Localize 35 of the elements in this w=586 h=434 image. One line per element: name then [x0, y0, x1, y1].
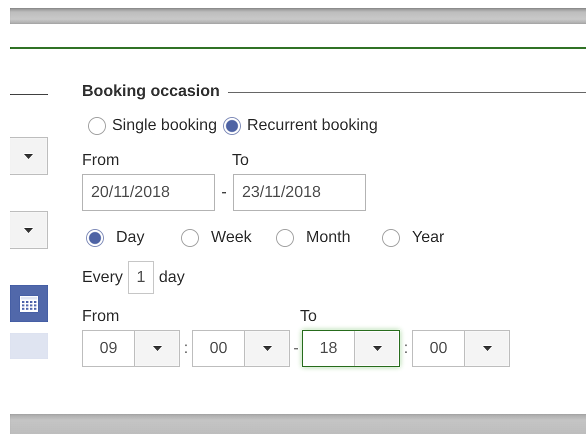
caret-icon	[262, 346, 272, 351]
caret-icon	[372, 346, 382, 351]
separator-text: -	[220, 184, 228, 202]
time-dropdown[interactable]: 00	[412, 330, 510, 367]
from-label: From	[82, 308, 120, 326]
separator-text: :	[402, 340, 410, 358]
caret-icon	[24, 154, 33, 158]
time-dropdown[interactable]: 09	[82, 330, 180, 367]
interval-field[interactable]: 1	[128, 261, 154, 294]
calendar-button[interactable]	[10, 285, 48, 322]
caret-icon	[482, 346, 492, 351]
booking-type-radio[interactable]: Single booking	[88, 117, 217, 135]
panel-block	[10, 333, 48, 359]
section-title: Booking occasion	[82, 83, 220, 101]
caret-icon	[152, 346, 162, 351]
dropdown-button[interactable]	[10, 211, 48, 249]
booking-type-radio[interactable]: Recurrent booking	[222, 117, 378, 135]
period-radio[interactable]: Year	[382, 229, 477, 247]
time-dropdown[interactable]: 00	[192, 330, 290, 367]
every-label: Every	[82, 268, 123, 286]
separator-text: :	[182, 340, 190, 358]
period-radio[interactable]: Month	[276, 229, 382, 247]
from-label: From	[82, 152, 120, 170]
caret-icon	[24, 228, 33, 232]
date-field[interactable]: 20/11/2018	[82, 174, 215, 211]
time-dropdown[interactable]: 18	[302, 330, 400, 367]
period-radio[interactable]: Week	[181, 229, 276, 247]
separator-text: -	[292, 340, 300, 358]
dropdown-button[interactable]	[10, 137, 48, 175]
unit-label: day	[158, 268, 185, 286]
to-label: To	[232, 152, 249, 170]
period-radio[interactable]: Day	[86, 229, 181, 247]
calendar-icon	[20, 296, 38, 312]
date-field[interactable]: 23/11/2018	[233, 174, 366, 211]
to-label: To	[300, 308, 317, 326]
